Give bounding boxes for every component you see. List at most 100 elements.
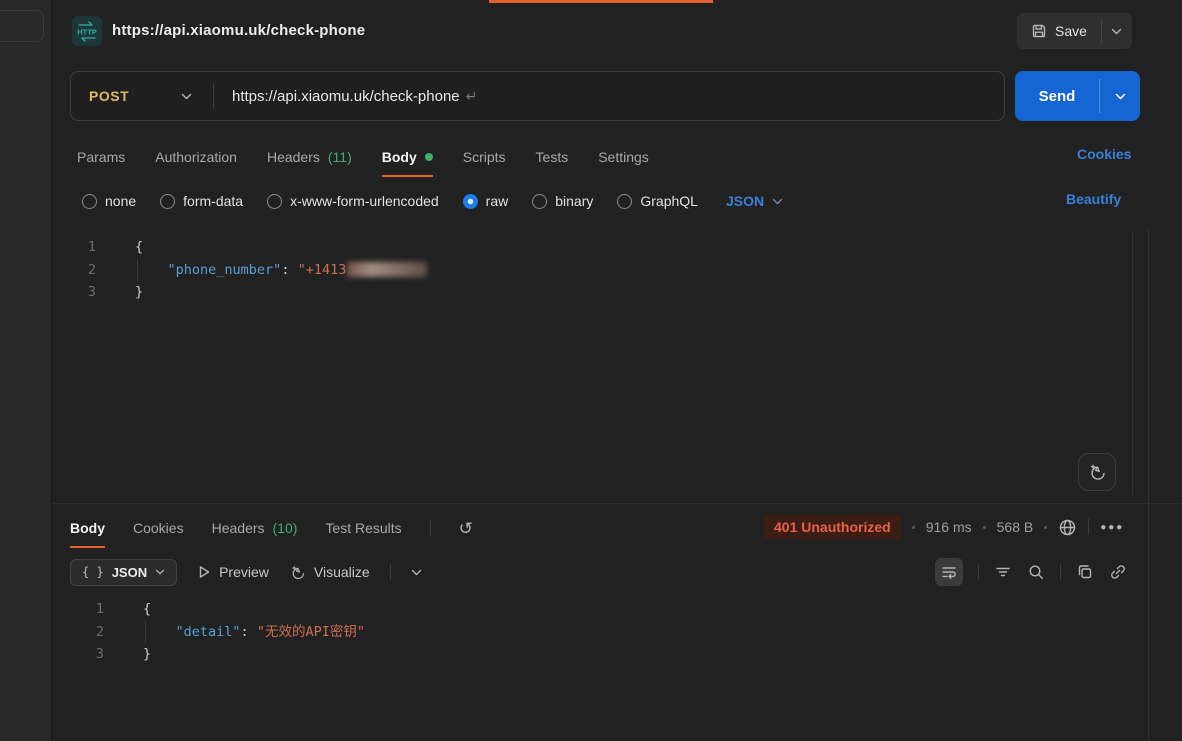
- wrap-text-button[interactable]: [935, 558, 963, 586]
- body-format-label: JSON: [726, 193, 764, 209]
- radio-circle-icon: [82, 194, 97, 209]
- save-button-group: Save: [1017, 13, 1132, 49]
- response-tab-test-results[interactable]: Test Results: [325, 512, 401, 544]
- radio-graphql[interactable]: GraphQL: [617, 193, 698, 209]
- network-info-button[interactable]: [1058, 518, 1077, 537]
- line-number: 3: [53, 643, 118, 666]
- share-link-button[interactable]: [1109, 563, 1127, 581]
- active-tab-underline: [382, 175, 433, 177]
- sidebar-collapsed-panel[interactable]: [0, 10, 44, 42]
- json-value-partial: "+1413: [298, 262, 347, 278]
- visualize-button[interactable]: Visualize: [289, 564, 370, 581]
- indent-guide: [145, 621, 146, 644]
- tab-scripts[interactable]: Scripts: [463, 141, 506, 173]
- send-options-button[interactable]: [1100, 71, 1140, 121]
- right-panel-divider: [1148, 230, 1149, 741]
- code-content: }: [118, 643, 151, 666]
- toolbar-divider: [1088, 519, 1089, 535]
- response-time[interactable]: 916 ms: [926, 519, 972, 535]
- request-title: https://api.xiaomu.uk/check-phone: [112, 22, 365, 39]
- more-options-icon[interactable]: ●●●: [1100, 522, 1124, 533]
- method-selector[interactable]: POST: [71, 88, 181, 104]
- response-size[interactable]: 568 B: [997, 519, 1034, 535]
- radio-circle-icon: [267, 194, 282, 209]
- body-format-dropdown[interactable]: JSON: [726, 193, 783, 209]
- tab-headers-label: Headers: [267, 149, 320, 165]
- visualize-label: Visualize: [314, 564, 370, 580]
- tab-tests[interactable]: Tests: [536, 141, 569, 173]
- radio-urlencoded[interactable]: x-www-form-urlencoded: [267, 193, 439, 209]
- more-formats-chevron[interactable]: [411, 569, 422, 576]
- tab-tests-label: Tests: [536, 149, 569, 165]
- radio-raw-label: raw: [486, 193, 509, 209]
- response-tab-headers[interactable]: Headers (10): [212, 512, 298, 544]
- tab-scripts-label: Scripts: [463, 149, 506, 165]
- radio-binary[interactable]: binary: [532, 193, 593, 209]
- json-colon: :: [281, 262, 289, 278]
- editor-scrollbar-track[interactable]: [1132, 232, 1133, 495]
- code-content: {: [110, 236, 143, 259]
- code-line: 2 "phone_number": "+1413: [53, 259, 1147, 282]
- tab-body[interactable]: Body: [382, 141, 433, 173]
- code-line: 3 }: [53, 643, 1147, 666]
- tab-params[interactable]: Params: [77, 141, 125, 173]
- code-content: }: [110, 281, 143, 304]
- save-button[interactable]: Save: [1017, 13, 1101, 49]
- code-line: 2 "detail": "无效的API密钥": [53, 621, 1147, 644]
- response-tab-body-label: Body: [70, 520, 105, 536]
- tab-headers[interactable]: Headers (11): [267, 141, 352, 173]
- chevron-down-icon: [772, 198, 783, 205]
- response-history-icon[interactable]: ↺: [459, 520, 473, 537]
- radio-raw[interactable]: raw: [463, 193, 509, 209]
- request-body-editor[interactable]: 1 { 2 "phone_number": "+1413 3 }: [53, 236, 1147, 304]
- redacted-phone-blur: [347, 262, 427, 277]
- chevron-down-icon: [1111, 28, 1122, 35]
- url-bar-divider: [213, 83, 214, 109]
- status-badge[interactable]: 401 Unauthorized: [764, 515, 901, 539]
- code-line: 3 }: [53, 281, 1147, 304]
- play-outline-icon: [197, 565, 211, 579]
- url-input[interactable]: https://api.xiaomu.uk/check-phone↵: [216, 88, 477, 105]
- tab-settings[interactable]: Settings: [598, 141, 649, 173]
- indent-guide: [137, 259, 138, 282]
- response-tab-cookies-label: Cookies: [133, 520, 184, 536]
- radio-none[interactable]: none: [82, 193, 136, 209]
- radio-form-data[interactable]: form-data: [160, 193, 243, 209]
- radio-selected-icon: [463, 194, 478, 209]
- preview-button[interactable]: Preview: [197, 564, 269, 580]
- response-format-label: JSON: [112, 565, 147, 580]
- response-format-dropdown[interactable]: { } JSON: [70, 559, 177, 586]
- active-tab-indicator: [489, 0, 713, 3]
- copy-button[interactable]: [1076, 563, 1094, 581]
- response-body-editor[interactable]: 1 { 2 "detail": "无效的API密钥" 3 }: [53, 598, 1147, 666]
- filter-button[interactable]: [994, 563, 1012, 581]
- line-number: 1: [53, 236, 110, 259]
- tab-authorization[interactable]: Authorization: [155, 141, 237, 173]
- json-key: "phone_number": [168, 262, 282, 278]
- response-status-row: 401 Unauthorized 916 ms 568 B ●●●: [764, 512, 1124, 542]
- preview-label: Preview: [219, 564, 269, 580]
- method-selector-chevron[interactable]: [181, 93, 211, 100]
- beautify-link[interactable]: Beautify: [1066, 191, 1121, 207]
- request-tabs: Params Authorization Headers (11) Body S…: [77, 139, 649, 175]
- globe-icon: [1058, 518, 1077, 537]
- tab-body-label: Body: [382, 149, 417, 165]
- code-content: "phone_number": "+1413: [110, 259, 427, 282]
- response-tab-body[interactable]: Body: [70, 512, 105, 544]
- send-button[interactable]: Send: [1015, 71, 1099, 121]
- code-content: "detail": "无效的API密钥": [118, 621, 365, 644]
- toolbar-divider: [390, 564, 391, 580]
- save-options-button[interactable]: [1102, 13, 1132, 49]
- response-section-divider[interactable]: [53, 503, 1182, 504]
- postbot-button[interactable]: [1078, 453, 1116, 491]
- search-button[interactable]: [1027, 563, 1045, 581]
- save-icon: [1031, 23, 1047, 39]
- response-tab-test-results-label: Test Results: [325, 520, 401, 536]
- cookies-link[interactable]: Cookies: [1077, 146, 1131, 162]
- radio-graphql-label: GraphQL: [640, 193, 698, 209]
- copy-icon: [1076, 563, 1094, 581]
- response-tab-cookies[interactable]: Cookies: [133, 512, 184, 544]
- radio-binary-label: binary: [555, 193, 593, 209]
- response-tab-headers-label: Headers: [212, 520, 265, 536]
- line-number: 1: [53, 598, 118, 621]
